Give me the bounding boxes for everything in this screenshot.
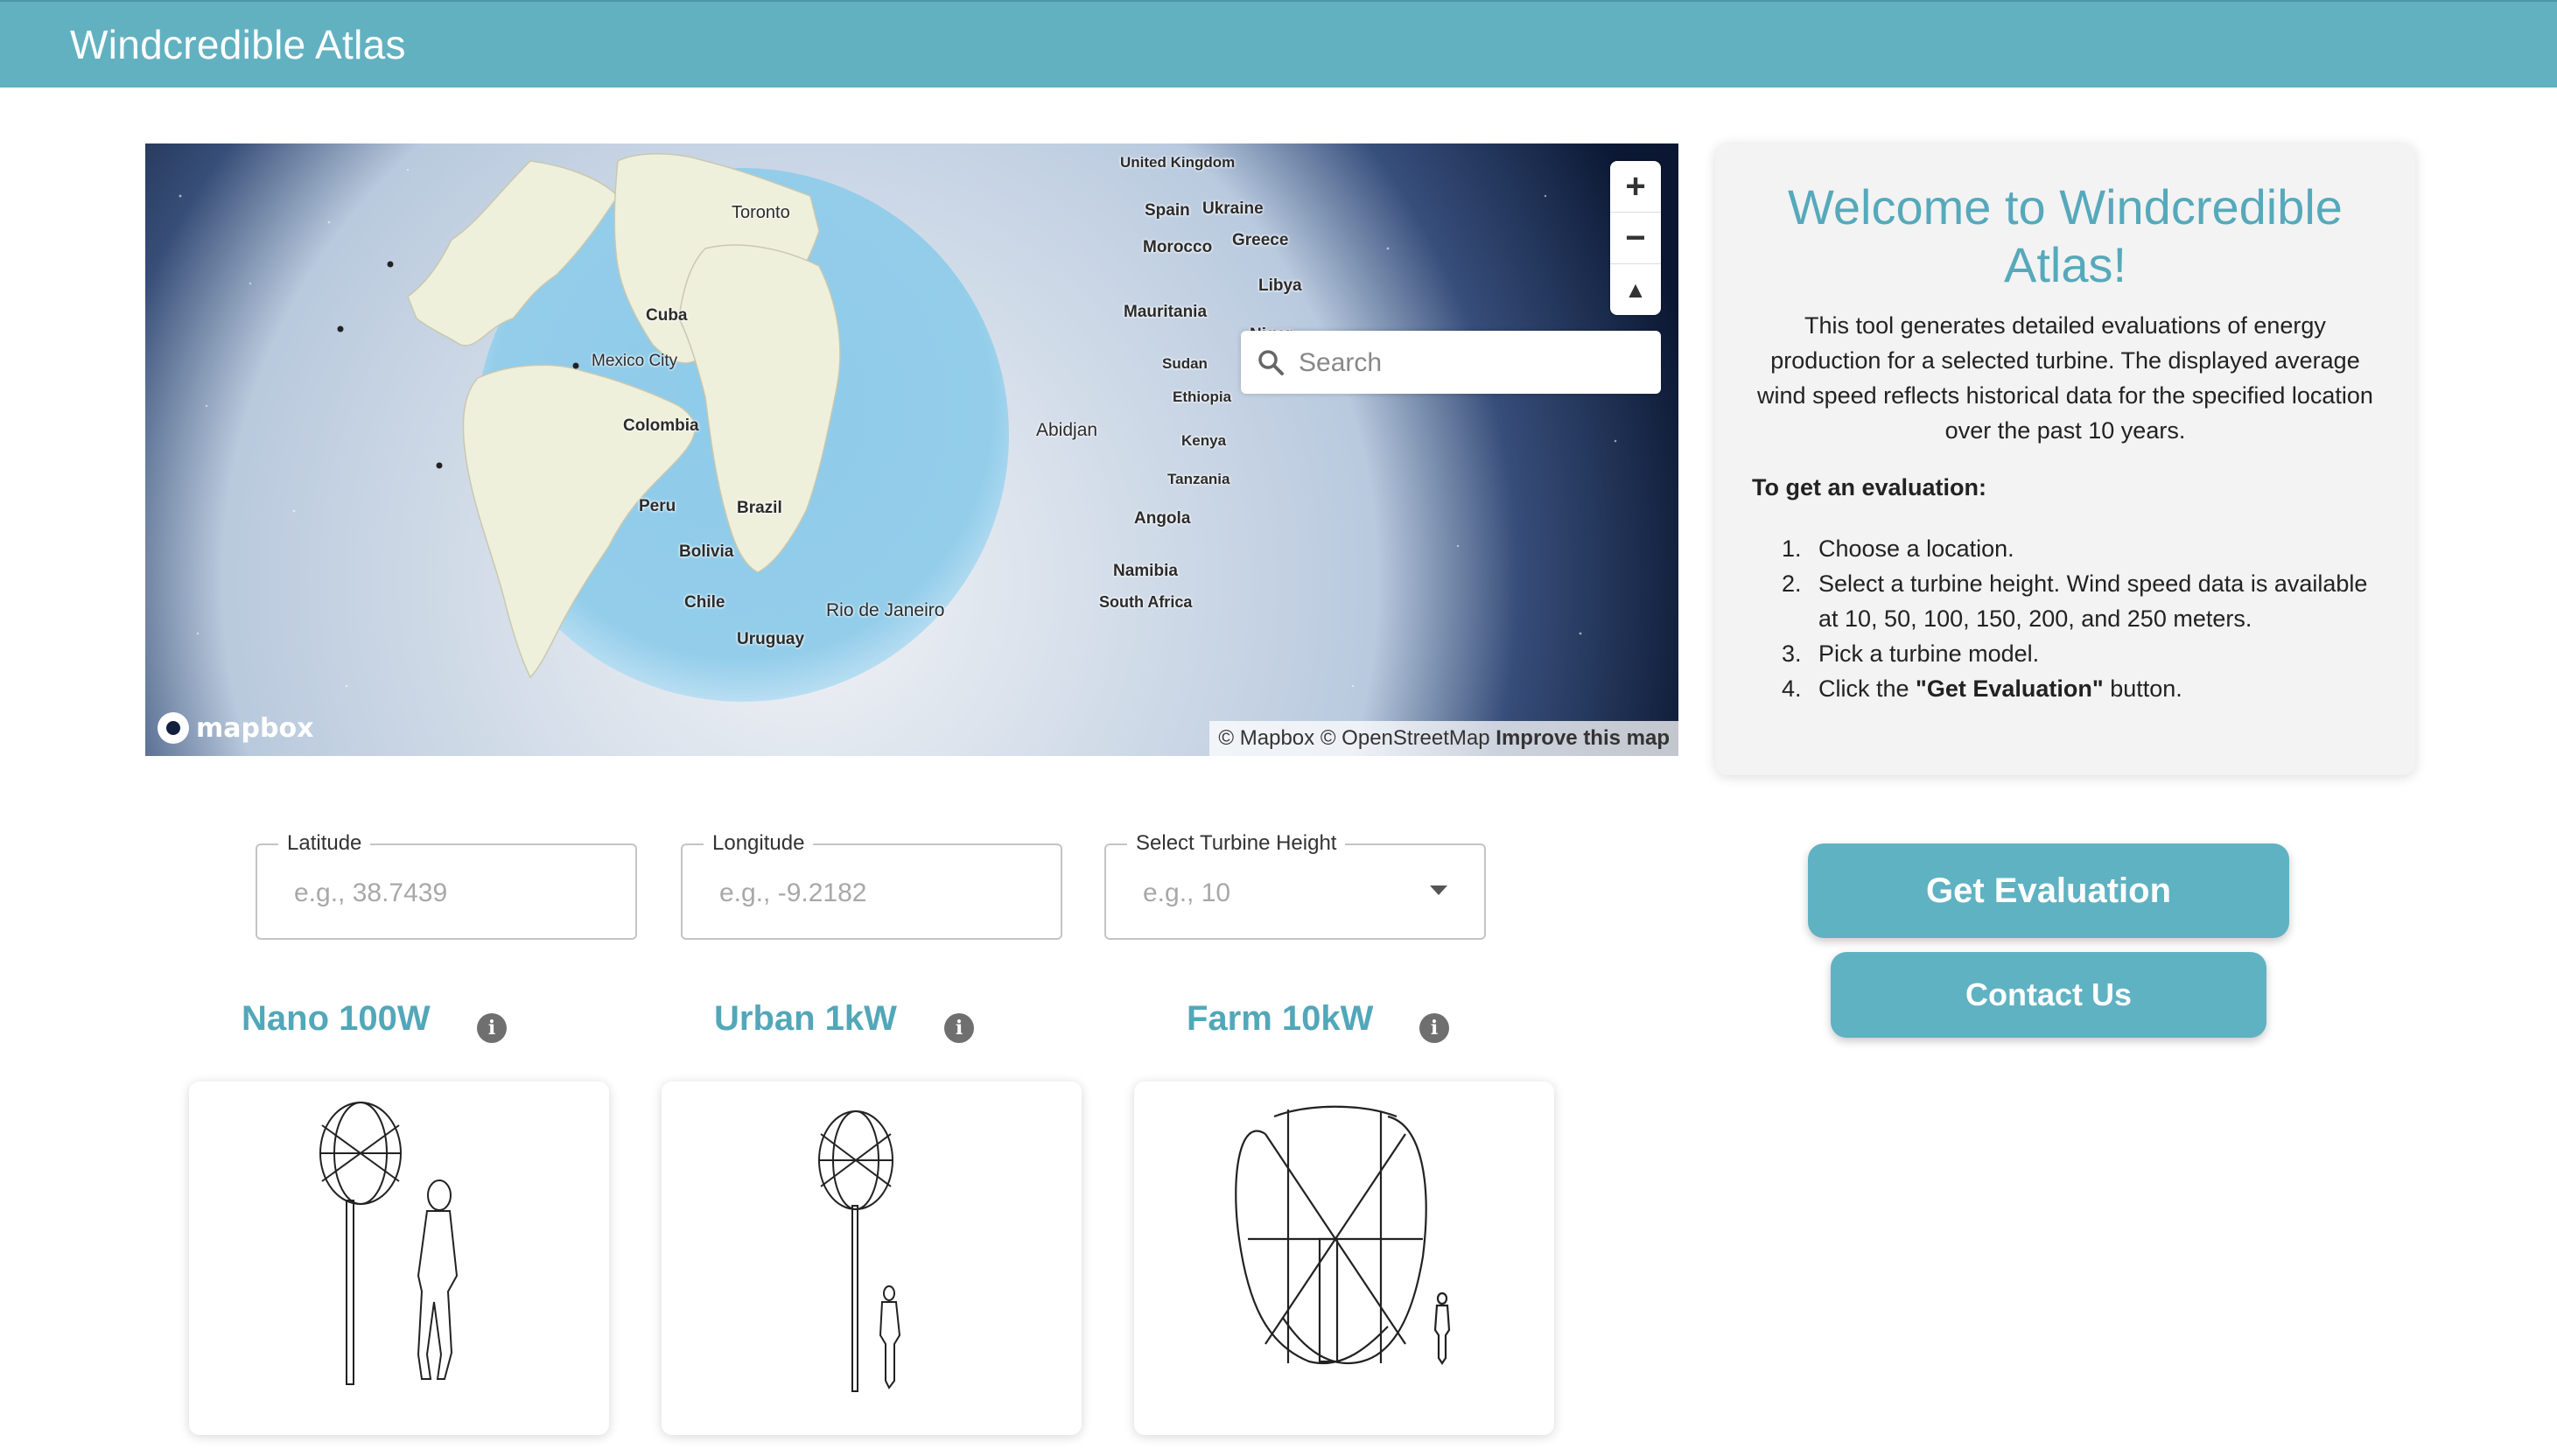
longitude-field: Longitude [681,831,1062,940]
welcome-card: Welcome to Windcredible Atlas! This tool… [1715,144,2415,775]
mapbox-logo-icon [158,712,189,744]
turbine-name-nano: Nano 100W [242,999,431,1038]
get-evaluation-button[interactable]: Get Evaluation [1808,844,2289,938]
map-label-mexico-city: Mexico City [592,352,678,370]
zoom-out-button[interactable]: − [1610,213,1661,264]
info-icon[interactable]: i [1419,1013,1449,1043]
step-4-bold: "Get Evaluation" [1916,676,2104,702]
step-item: Select a turbine height. Wind speed data… [1808,566,2378,636]
info-icon[interactable]: i [944,1013,974,1043]
map-label-angola: Angola [1134,509,1191,528]
map-label-ethiopia: Ethiopia [1173,388,1232,405]
turbine-card-nano[interactable] [189,1082,609,1435]
welcome-heading: Welcome to Windcredible Atlas! [1788,179,2343,292]
turbine-illustration-urban [818,1110,901,1392]
step-item: Choose a location. [1808,531,2378,566]
map-view[interactable]: United Kingdom Spain Ukraine Morocco Gre… [145,144,1678,756]
map-label-uruguay: Uruguay [737,630,805,648]
map-label-abidjan: Abidjan [1036,420,1098,440]
compass-button[interactable]: ▲ [1610,264,1661,315]
zoom-in-button[interactable]: + [1610,161,1661,213]
search-icon [1258,350,1284,375]
map-label-rio-de-janeiro: Rio de Janeiro [826,600,945,620]
steps-list: Choose a location. Select a turbine heig… [1752,531,2378,706]
step-4-pre: Click the [1818,676,1916,702]
mapbox-logo-text: mapbox [196,712,314,744]
longitude-input[interactable] [718,873,1019,914]
latitude-field: Latitude [256,831,637,940]
mapbox-logo[interactable]: mapbox [158,712,313,744]
info-icon[interactable]: i [477,1013,507,1043]
globe-map [179,153,1617,702]
step-item: Pick a turbine model. [1808,636,2378,671]
turbine-illustration-farm [1235,1105,1451,1365]
turbine-height-label: Select Turbine Height [1127,831,1346,856]
map-search-box[interactable] [1241,331,1661,394]
map-label-mauritania: Mauritania [1124,303,1208,321]
map-label-morocco: Morocco [1143,238,1213,256]
contact-us-button[interactable]: Contact Us [1831,952,2266,1038]
longitude-label: Longitude [704,831,814,856]
map-label-greece: Greece [1232,231,1289,249]
map-label-chile: Chile [684,593,725,612]
howto-heading: To get an evaluation: [1752,474,1987,500]
turbine-illustration-nano [319,1102,459,1385]
turbine-height-select[interactable]: Select Turbine Height [1104,831,1486,940]
welcome-intro: This tool generates detailed evaluations… [1757,312,2373,444]
map-label-south-africa: South Africa [1099,593,1193,611]
turbine-card-farm[interactable] [1134,1082,1554,1435]
attribution-text[interactable]: © Mapbox © OpenStreetMap [1218,726,1489,750]
turbine-name-urban: Urban 1kW [714,999,897,1038]
map-label-toronto: Toronto [732,203,790,222]
app-bar: Windcredible Atlas [0,0,2557,88]
map-attribution: © Mapbox © OpenStreetMap Improve this ma… [1209,721,1678,756]
map-label-colombia: Colombia [623,416,699,435]
map-label-spain: Spain [1145,201,1190,220]
map-label-bolivia: Bolivia [679,542,734,561]
app-title[interactable]: Windcredible Atlas [70,21,406,68]
map-label-peru: Peru [639,497,676,515]
latitude-label: Latitude [278,831,371,856]
map-search-input[interactable] [1297,343,1650,383]
turbine-card-urban[interactable] [662,1082,1082,1435]
map-label-cuba: Cuba [646,306,688,325]
map-label-brazil: Brazil [737,499,782,517]
turbine-name-farm: Farm 10kW [1187,999,1374,1038]
zoom-control: + − ▲ [1610,161,1661,315]
latitude-input[interactable] [292,873,593,914]
map-label-libya: Libya [1258,276,1302,295]
step-4-post: button. [2103,676,2182,702]
chevron-down-icon[interactable] [1430,886,1447,895]
map-label-sudan: Sudan [1162,355,1208,372]
step-item: Click the "Get Evaluation" button. [1808,671,2378,706]
map-label-kenya: Kenya [1181,432,1227,449]
map-label-ukraine: Ukraine [1202,200,1264,218]
improve-map-link[interactable]: Improve this map [1496,726,1670,750]
map-label-namibia: Namibia [1113,562,1178,580]
map-label-tanzania: Tanzania [1167,471,1230,487]
turbine-height-input[interactable] [1141,873,1442,914]
map-label-united-kingdom: United Kingdom [1120,154,1236,171]
